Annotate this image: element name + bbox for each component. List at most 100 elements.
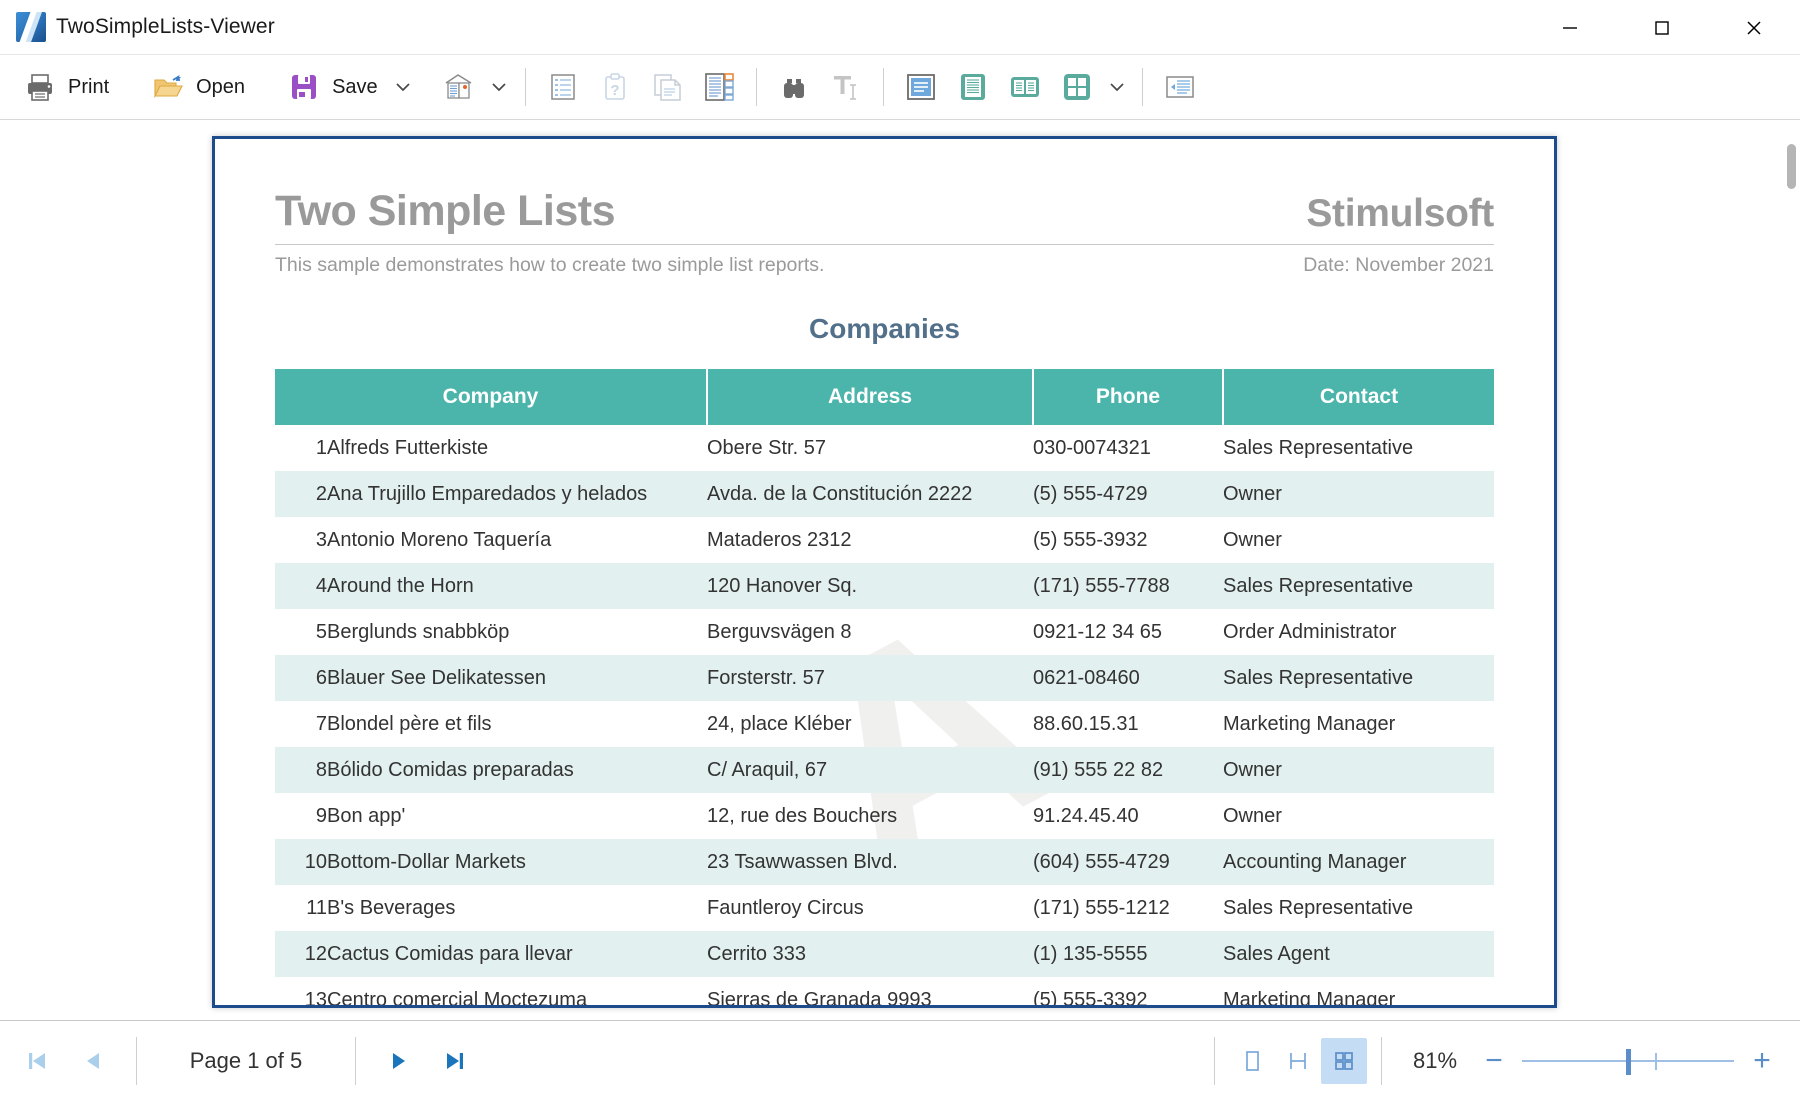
- multipage-icon: [1335, 1051, 1353, 1070]
- open-button[interactable]: Open: [142, 63, 256, 111]
- document-viewer[interactable]: A Two Simple Lists Stimulsoft This sampl…: [0, 120, 1800, 1020]
- table-row[interactable]: 1 Alfreds Futterkiste Obere Str. 57 030-007…: [275, 425, 1494, 471]
- cell-address: Forsterstr. 57: [707, 655, 1033, 701]
- cell-address: Fauntleroy Circus: [707, 896, 864, 919]
- save-button[interactable]: Save: [278, 63, 389, 111]
- table-row[interactable]: 2 Ana Trujillo Emparedados y helados Avda.…: [275, 471, 1494, 517]
- status-separator: [136, 1036, 137, 1085]
- bookmarks-button[interactable]: [537, 63, 589, 111]
- thumbnails-button[interactable]: [693, 63, 745, 111]
- maximize-button[interactable]: [1616, 0, 1708, 55]
- section-title: Companies: [809, 313, 960, 344]
- cell-company: Antonio Moreno Taquería: [327, 528, 552, 551]
- close-button[interactable]: [1708, 0, 1800, 55]
- text-cursor-icon: [829, 70, 863, 104]
- previous-page-button[interactable]: [66, 1033, 122, 1089]
- folder-open-icon: [151, 70, 185, 104]
- fit-width-button[interactable]: [1275, 1038, 1321, 1084]
- cell-row-number: 8: [275, 747, 327, 793]
- report-title: Two Simple Lists: [275, 187, 616, 235]
- cell-phone: 88.60.15.31: [1033, 712, 1139, 735]
- page-indicator[interactable]: Page 1 of 5: [151, 1048, 341, 1074]
- minimize-button[interactable]: [1524, 0, 1616, 55]
- table-row[interactable]: 4 Around the Horn 120 Hanover Sq. (171) 555…: [275, 563, 1494, 609]
- cell-row-number: 11: [306, 896, 327, 919]
- brand-logo-text: Stimulsoft: [1306, 192, 1494, 235]
- view-single-page-button[interactable]: [895, 63, 947, 111]
- view-two-page-button[interactable]: [999, 63, 1051, 111]
- print-button[interactable]: Print: [14, 63, 120, 111]
- vertical-scrollbar-thumb[interactable]: [1787, 144, 1796, 189]
- table-row[interactable]: 8 Bólido Comidas preparadas C/ Araquil, 67…: [275, 747, 1494, 793]
- multipage-view-toggle[interactable]: [1321, 1037, 1367, 1084]
- column-header-phone[interactable]: Phone: [1033, 369, 1224, 425]
- column-header-address[interactable]: Address: [707, 369, 1034, 425]
- toolbar: Print Open Save ?: [0, 55, 1800, 120]
- vertical-scrollbar[interactable]: [1783, 120, 1800, 1020]
- last-page-icon: [447, 1052, 463, 1069]
- find-button[interactable]: [768, 63, 820, 111]
- table-row[interactable]: 7 Blondel père et fils 24, place Kléber 88.…: [275, 701, 1494, 747]
- cell-company: Blondel père et fils: [327, 712, 492, 735]
- toolbar-separator: [755, 68, 757, 106]
- table-row[interactable]: 9 Bon app' 12, rue des Bouchers 91.24.45.40…: [275, 793, 1494, 839]
- thumbnails-panel-icon: [702, 70, 736, 104]
- cell-contact: Accounting Manager: [1223, 839, 1494, 885]
- cell-phone: (171) 555-1212: [1033, 896, 1170, 919]
- cell-phone: (5) 555-4729: [1033, 471, 1223, 517]
- last-page-button[interactable]: [426, 1033, 482, 1089]
- previous-page-icon: [87, 1052, 99, 1069]
- first-page-button[interactable]: [10, 1033, 66, 1089]
- status-separator: [355, 1036, 356, 1085]
- status-separator: [1214, 1036, 1215, 1085]
- cell-phone: 91.24.45.40: [1033, 804, 1139, 827]
- cell-phone: (171) 555-7788: [1033, 563, 1223, 609]
- documents-icon: [650, 70, 684, 104]
- resources-button[interactable]: [641, 63, 693, 111]
- text-editor-button[interactable]: [820, 63, 872, 111]
- open-label: Open: [196, 75, 246, 98]
- cell-address: Berguvsvägen 8: [707, 620, 852, 643]
- bookmarks-list-icon: [546, 70, 580, 104]
- save-label: Save: [332, 75, 378, 98]
- column-header-company[interactable]: Company: [275, 369, 708, 425]
- title-bar: TwoSimpleLists-Viewer: [0, 0, 1800, 55]
- table-row[interactable]: 3 Antonio Moreno Taquería Mataderos 2312 (5…: [275, 517, 1494, 563]
- status-bar: Page 1 of 5 81% − +: [0, 1020, 1800, 1100]
- close-icon: [1747, 20, 1761, 35]
- cell-company: Cactus Comidas para llevar: [327, 931, 707, 977]
- cell-phone: (5) 555-3932: [1033, 528, 1148, 551]
- report-header: Two Simple Lists Stimulsoft: [275, 187, 1494, 236]
- table-row[interactable]: 11 B's Beverages Fauntleroy Circus (171) 55…: [275, 885, 1494, 931]
- page-setup-button[interactable]: [433, 63, 485, 111]
- table-row[interactable]: 10 Bottom-Dollar Markets 23 Tsawwassen Blv…: [275, 839, 1494, 885]
- zoom-slider[interactable]: [1522, 1038, 1734, 1084]
- cell-address: 12, rue des Bouchers: [707, 804, 898, 827]
- panel-toggle-button[interactable]: [1154, 63, 1206, 111]
- table-row[interactable]: 12 Cactus Comidas para llevar Cerrito 333(…: [275, 931, 1494, 977]
- report-page[interactable]: A Two Simple Lists Stimulsoft This sampl…: [212, 136, 1557, 1008]
- zoom-slider-handle[interactable]: [1626, 1048, 1631, 1075]
- cell-company: Blauer See Delikatessen: [327, 655, 707, 701]
- cell-contact: Owner: [1223, 747, 1494, 793]
- cell-contact: Sales Representative: [1223, 655, 1494, 701]
- cell-address: Avda. de la Constitución 2222: [707, 471, 1033, 517]
- zoom-level-label[interactable]: 81%: [1396, 1048, 1474, 1074]
- view-continuous-button[interactable]: [947, 63, 999, 111]
- page-setup-dropdown[interactable]: [485, 63, 513, 111]
- zoom-in-button[interactable]: +: [1742, 1038, 1782, 1084]
- table-row[interactable]: 13 Centro comercial Moctezuma Sierras de G…: [275, 977, 1494, 1006]
- parameters-button[interactable]: ?: [589, 63, 641, 111]
- save-dropdown[interactable]: [389, 63, 417, 111]
- table-row[interactable]: 5 Berglunds snabbköp Berguvsvägen 8 0921-12…: [275, 609, 1494, 655]
- view-multipage-dropdown[interactable]: [1103, 63, 1131, 111]
- column-header-contact[interactable]: Contact: [1223, 369, 1494, 425]
- next-page-button[interactable]: [370, 1033, 426, 1089]
- zoom-out-button[interactable]: −: [1474, 1038, 1514, 1084]
- toolbar-separator: [1141, 68, 1143, 106]
- cell-row-number: 4: [275, 563, 327, 609]
- view-multipage-button[interactable]: [1051, 63, 1103, 111]
- table-row[interactable]: 6 Blauer See Delikatessen Forsterstr. 57 06…: [275, 655, 1494, 701]
- fit-page-button[interactable]: [1229, 1038, 1275, 1084]
- table-header-row: Company Address Phone Contact: [275, 369, 1494, 425]
